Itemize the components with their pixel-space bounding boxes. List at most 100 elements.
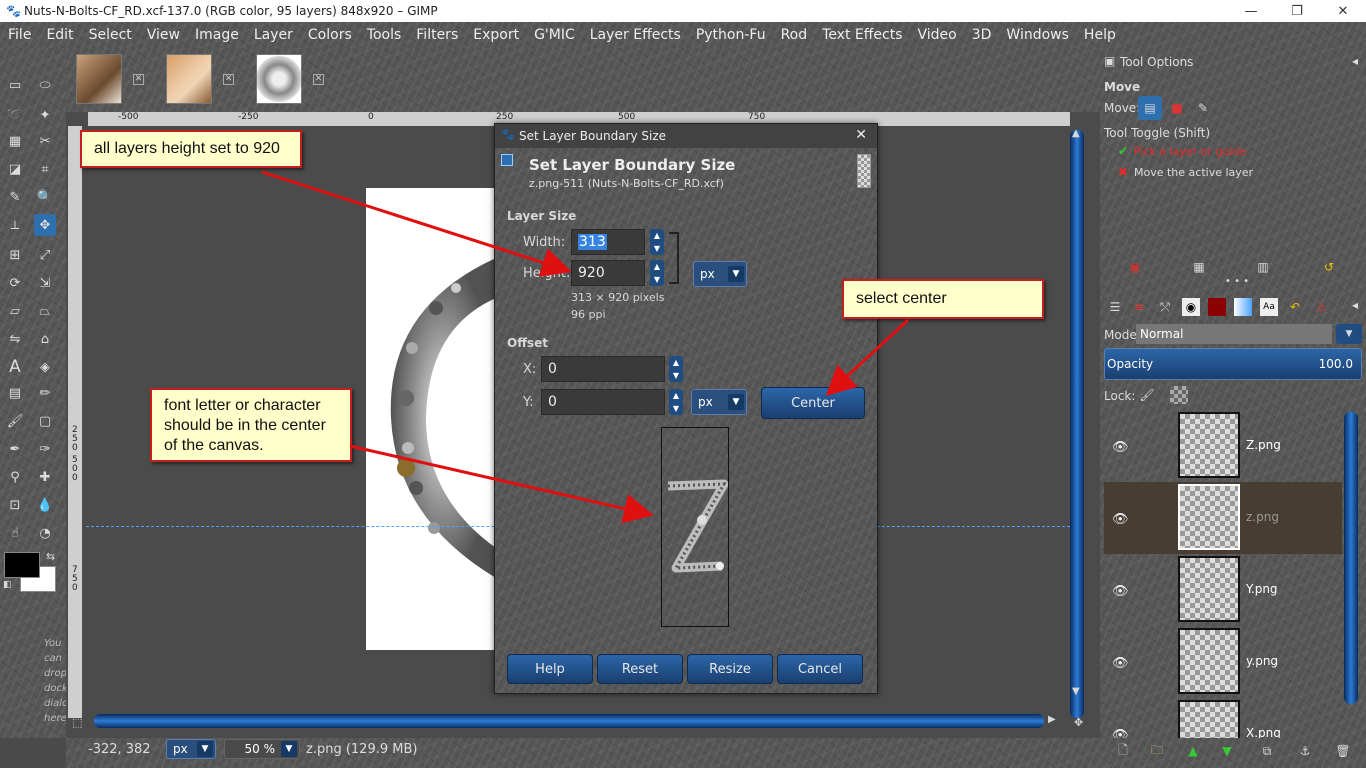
menu-help[interactable]: Help [1084,27,1116,43]
minimize-button[interactable]: — [1228,0,1274,22]
swap-colors-icon[interactable]: ⇆ [46,550,55,563]
warning-icon[interactable]: ⚠ [1312,298,1330,316]
delete-options-icon[interactable]: ▥ [1254,258,1272,276]
dodge-icon[interactable]: ◔ [34,522,56,544]
menu-layer-effects[interactable]: Layer Effects [590,27,681,43]
menu-rod[interactable]: Rod [781,27,808,43]
layer-row[interactable]: 👁 X.png [1104,698,1342,738]
center-button[interactable]: Center [761,387,865,419]
gradient-icon[interactable]: ▤ [4,382,26,404]
scroll-right-icon[interactable]: ▶ [1048,714,1056,725]
menu-layer[interactable]: Layer [254,27,293,43]
scale-icon[interactable]: ⇲ [34,272,56,294]
unit-select[interactable]: px ▼ [166,739,216,759]
menu-gmic[interactable]: G'MIC [534,27,575,43]
new-layer-icon[interactable]: 🗋 [1114,742,1132,760]
shear-icon[interactable]: ▱ [4,300,26,322]
cancel-button[interactable]: Cancel [777,654,863,684]
ink-icon[interactable]: ✑ [34,438,56,460]
offset-y-input[interactable]: 0 [541,389,665,415]
width-input[interactable]: 313 [571,229,645,255]
maximize-button[interactable]: ❐ [1274,0,1320,22]
delete-layer-icon[interactable]: 🗑 [1334,742,1352,760]
scroll-down-icon[interactable]: ▼ [1072,686,1080,697]
eye-icon[interactable]: 👁 [1112,584,1129,599]
align-icon[interactable]: ⊞ [4,244,26,266]
fonts-tab-icon[interactable]: Aa [1260,298,1278,316]
vertical-scrollbar[interactable] [1070,130,1084,718]
panel-menu-icon[interactable]: ◂ [1352,54,1358,68]
resize-button[interactable]: Resize [687,654,773,684]
pick-layer-option[interactable]: Pick a layer or guide [1134,145,1246,158]
close-tab-icon[interactable]: ✕ [313,74,324,85]
flip-icon[interactable]: ⇋ [4,328,26,350]
layer-row-selected[interactable]: 👁 z.png [1104,482,1342,554]
eye-icon[interactable]: 👁 [1112,728,1129,738]
menu-export[interactable]: Export [473,27,519,43]
lock-alpha-icon[interactable] [1170,386,1188,404]
color-select-icon[interactable]: ▦ [4,130,26,152]
height-spin[interactable]: ▲ ▼ [650,260,664,286]
close-button[interactable]: ✕ [1320,0,1366,22]
scroll-up-icon[interactable]: ▲ [1072,128,1080,139]
opacity-slider[interactable]: Opacity 100.0 [1104,348,1362,380]
colormap-tab-icon[interactable] [1208,298,1226,316]
new-layer-group-icon[interactable]: 🗀 [1148,742,1166,760]
smudge-icon[interactable]: ☝ [4,522,26,544]
rect-select-icon[interactable]: ▭ [4,74,26,96]
menu-colors[interactable]: Colors [308,27,352,43]
measure-icon[interactable]: ⟂ [4,214,26,236]
menu-video[interactable]: Video [918,27,957,43]
move-layer-icon[interactable]: ▤ [1138,96,1162,120]
menu-select[interactable]: Select [89,27,132,43]
panel-menu-icon[interactable]: ◂ [1352,298,1358,312]
paintbrush-icon[interactable]: 🖌 [4,410,26,432]
close-tab-icon[interactable]: ✕ [133,74,144,85]
perspective-clone-icon[interactable]: ⊡ [4,494,26,516]
close-icon[interactable]: ✕ [855,127,867,143]
lower-layer-icon[interactable]: ▼ [1218,742,1236,760]
move-active-layer-option[interactable]: Move the active layer [1134,166,1253,179]
perspective-icon[interactable]: ⏢ [34,300,56,322]
offset-y-spin[interactable]: ▲ ▼ [669,389,683,415]
reset-button[interactable]: Reset [597,654,683,684]
move-path-icon[interactable]: ✎ [1194,99,1212,117]
airbrush-icon[interactable]: ✒ [4,438,26,460]
size-unit-select[interactable]: px ▼ [693,261,747,287]
image-canvas[interactable] [366,188,496,650]
duplicate-layer-icon[interactable]: ⧉ [1258,742,1276,760]
navigate-icon[interactable]: ✥ [1074,716,1083,729]
offset-x-spin[interactable]: ▲ ▼ [669,356,683,382]
zoom-icon[interactable]: 🔍 [34,186,56,208]
menu-file[interactable]: File [8,27,31,43]
crop-icon[interactable]: ⌗ [34,158,56,180]
save-options-icon[interactable]: ▣ [1126,258,1144,276]
menu-tools[interactable]: Tools [367,27,402,43]
move-selection-icon[interactable]: ■ [1168,99,1186,117]
foreground-select-icon[interactable]: ◪ [4,158,26,180]
channels-tab-icon[interactable]: ≡ [1130,298,1148,316]
lock-pixels-icon[interactable]: 🖌 [1138,386,1156,404]
image-tab-dog-2[interactable] [166,54,212,104]
offset-preview[interactable] [661,427,729,627]
offset-x-input[interactable]: 0 [541,356,665,382]
horizontal-scrollbar[interactable] [94,714,1044,728]
width-spin[interactable]: ▲ ▼ [650,229,664,255]
gradients-tab-icon[interactable] [1234,298,1252,316]
restore-options-icon[interactable]: ▦ [1190,258,1208,276]
menu-filters[interactable]: Filters [416,27,458,43]
eye-icon[interactable]: 👁 [1112,656,1129,671]
paths-icon[interactable]: ✎ [4,186,26,208]
layer-row[interactable]: 👁 Y.png [1104,554,1342,626]
fuzzy-select-icon[interactable]: ✦ [34,104,56,126]
menu-3d[interactable]: 3D [972,27,992,43]
zoom-select[interactable]: 50 % ▼ [224,739,300,759]
heal-icon[interactable]: ✚ [34,466,56,488]
pencil-icon[interactable]: ✏ [34,382,56,404]
ellipse-select-icon[interactable]: ⬭ [34,74,56,96]
move-tool-icon[interactable]: ✥ [34,214,56,236]
menu-python-fu[interactable]: Python-Fu [696,27,766,43]
reset-options-icon[interactable]: ↺ [1320,258,1338,276]
vertical-ruler[interactable]: 2 5 0 5 0 0 7 5 0 [68,126,82,718]
menu-image[interactable]: Image [195,27,239,43]
